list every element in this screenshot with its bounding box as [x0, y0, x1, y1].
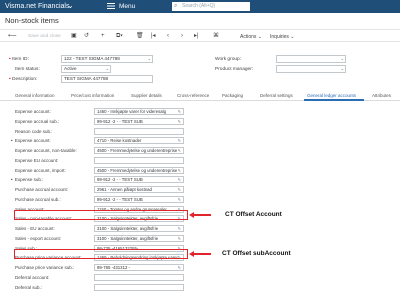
item-status-select[interactable]: Active ⌄ [61, 65, 111, 73]
gl-row-field[interactable]: 2961 - Annen påløpt kostnad ✎ [94, 186, 184, 193]
first-record-icon[interactable]: |◂ [151, 32, 156, 40]
gl-row-field[interactable]: 99-765 -431312 - ✎ [94, 264, 184, 271]
add-icon[interactable]: + [101, 32, 105, 40]
gl-row-label: Expense account, import: [15, 167, 66, 173]
gl-row-label: Purchase price variance sub.: [15, 265, 75, 270]
active-tab-indicator [304, 99, 364, 101]
gl-row-label: Purchase accrual sub.: [15, 196, 61, 202]
undo-icon[interactable]: ↺ [84, 32, 89, 40]
gl-row-field[interactable]: 99-912 -2 - - TEST SUB ✎ [94, 117, 184, 125]
edit-icon[interactable]: ✎ [178, 177, 181, 182]
gl-row-field[interactable]: 4710 - Reise kostnader ✎ [94, 137, 184, 145]
arrow-line-offset-subaccount [193, 253, 211, 255]
save-close-button[interactable]: Save and close [28, 33, 61, 41]
gl-row-label: Sales - EU account: [15, 226, 55, 231]
gl-row-label: • Expense sub.: [11, 177, 44, 183]
edit-icon[interactable]: ✎ [178, 109, 181, 114]
work-group-label: Work group: [215, 57, 242, 62]
tab-supplier-details[interactable]: Supplier details [131, 93, 162, 98]
toolbar: ⟵ Save and close ▣ ↺ + ⧉▾ 🗑 |◂ ‹ › ▸| ⌘ … [0, 29, 400, 42]
tab-deferral-settings[interactable]: Deferral settings [260, 93, 293, 98]
page-title: Non-stock items [5, 16, 59, 25]
edit-icon[interactable]: ✎ [178, 119, 181, 124]
gl-row-label: Expense account: [15, 109, 51, 114]
gl-row-label: Expense accrual sub.: [15, 118, 60, 124]
product-manager-field[interactable]: ⌄ [276, 65, 346, 73]
tab-general-information[interactable]: General information [15, 93, 55, 98]
prev-record-icon[interactable]: ‹ [167, 32, 169, 40]
gl-row-label: Purchase accrual account: [15, 187, 69, 192]
gl-row-field[interactable] [94, 283, 184, 291]
gl-row-field[interactable]: 4500 - Fremmedytelse og underentreprise ✎ [94, 147, 184, 154]
edit-icon[interactable]: ✎ [178, 226, 181, 231]
copy-paste-icon[interactable]: ⧉▾ [116, 32, 123, 40]
tab-bar: General information Price/cost informati… [0, 91, 400, 101]
gl-row-label: Deferral account: [15, 274, 50, 280]
callout-offset-account: CT Offset Account [225, 211, 282, 218]
gl-row-label: • Expense account: [11, 138, 51, 144]
item-id-label: • Item ID: [9, 57, 29, 62]
gl-row-label: Expense EU account: [15, 157, 59, 163]
gl-row-field[interactable]: 4500 - Fremmedytelse og underentreprise ✎ [94, 166, 184, 174]
back-icon[interactable]: ⟵ [8, 32, 17, 40]
required-marker: • [11, 177, 14, 183]
description-field[interactable]: TEST SIGMA 447788 [61, 75, 153, 83]
next-record-icon[interactable]: › [181, 32, 183, 40]
work-group-field[interactable]: ⌄ [276, 55, 346, 63]
description-label: • Description: [9, 77, 38, 82]
edit-icon[interactable]: ✎ [178, 236, 181, 241]
edit-icon[interactable]: ✎ [178, 197, 181, 202]
inquiries-menu[interactable]: Inquiries ⌄ [270, 33, 294, 41]
tab-general-ledger-accounts[interactable]: General ledger accounts [307, 93, 356, 98]
item-status-label: Item status: [15, 67, 40, 72]
edit-icon[interactable]: ✎ [178, 148, 181, 153]
product-manager-label: Product manager: [215, 67, 254, 72]
chevron-down-icon[interactable]: ⌄ [67, 1, 74, 11]
gl-row-field[interactable]: 99-912 -2 - - TEST SUB ✎ [94, 195, 184, 203]
gl-row-label: Deferral sub.: [15, 284, 43, 290]
gl-row-field[interactable]: 1460 - Innkjøpte varer for videresalg ✎ [94, 108, 184, 115]
delete-icon[interactable]: 🗑 [136, 32, 144, 40]
required-marker: • [11, 138, 14, 144]
search-placeholder: Search (Alt+Q) [182, 3, 216, 9]
menu-label: Menu [119, 3, 136, 10]
gl-row-field[interactable]: 3100 - Salgsinntekter, avgiftsfrie ✎ [94, 234, 184, 242]
gl-row-field[interactable]: 3100 - Salgsinntekter, avgiftsfrie ✎ [94, 225, 184, 232]
app-brand[interactable]: Visma.net Financials [5, 2, 69, 11]
tab-packaging[interactable]: Packaging [222, 93, 243, 98]
edit-icon[interactable]: ✎ [178, 187, 181, 192]
tab-cross-reference[interactable]: Cross-reference [177, 93, 209, 98]
search-icon: ⌕ [174, 3, 178, 9]
actions-menu[interactable]: Actions ⌄ [240, 33, 262, 41]
menu-button[interactable]: Menu [107, 2, 135, 11]
edit-icon[interactable]: ✎ [178, 138, 181, 143]
attach-icon[interactable]: ⌘ [213, 32, 219, 40]
search-input[interactable]: ⌕ Search (Alt+Q) [172, 2, 250, 11]
gl-row-field[interactable] [94, 273, 184, 281]
gl-row-label: Sales - export account: [15, 235, 62, 241]
item-id-field[interactable]: 122 - TEST SIGMA 447788 ⌄ [61, 55, 153, 63]
save-icon[interactable]: ▣ [71, 32, 77, 40]
gl-row-field[interactable] [94, 156, 184, 164]
tab-price-cost-information[interactable]: Price/cost information [71, 93, 114, 98]
gl-row-field[interactable] [94, 127, 184, 135]
top-bar: Visma.net Financials ⌄ Menu ⌕ Search (Alt… [0, 0, 400, 13]
last-record-icon[interactable]: ▸| [194, 32, 199, 40]
hamburger-icon [107, 3, 115, 10]
gl-row-label: Reason code sub.: [15, 128, 53, 134]
callout-offset-subaccount: CT Offset subAccount [222, 250, 291, 257]
arrow-line-offset-account [193, 214, 211, 216]
edit-icon[interactable]: ✎ [178, 168, 181, 173]
tab-attributes[interactable]: Attributes [372, 93, 391, 98]
highlight-sales-sub [14, 249, 188, 259]
gl-row-label: Expense account, non-taxable: [15, 148, 77, 153]
highlight-sales-account [14, 210, 188, 220]
gl-row-field[interactable]: 99-912 -2 - - TEST SUB ✎ [94, 176, 184, 184]
edit-icon[interactable]: ✎ [178, 265, 181, 270]
